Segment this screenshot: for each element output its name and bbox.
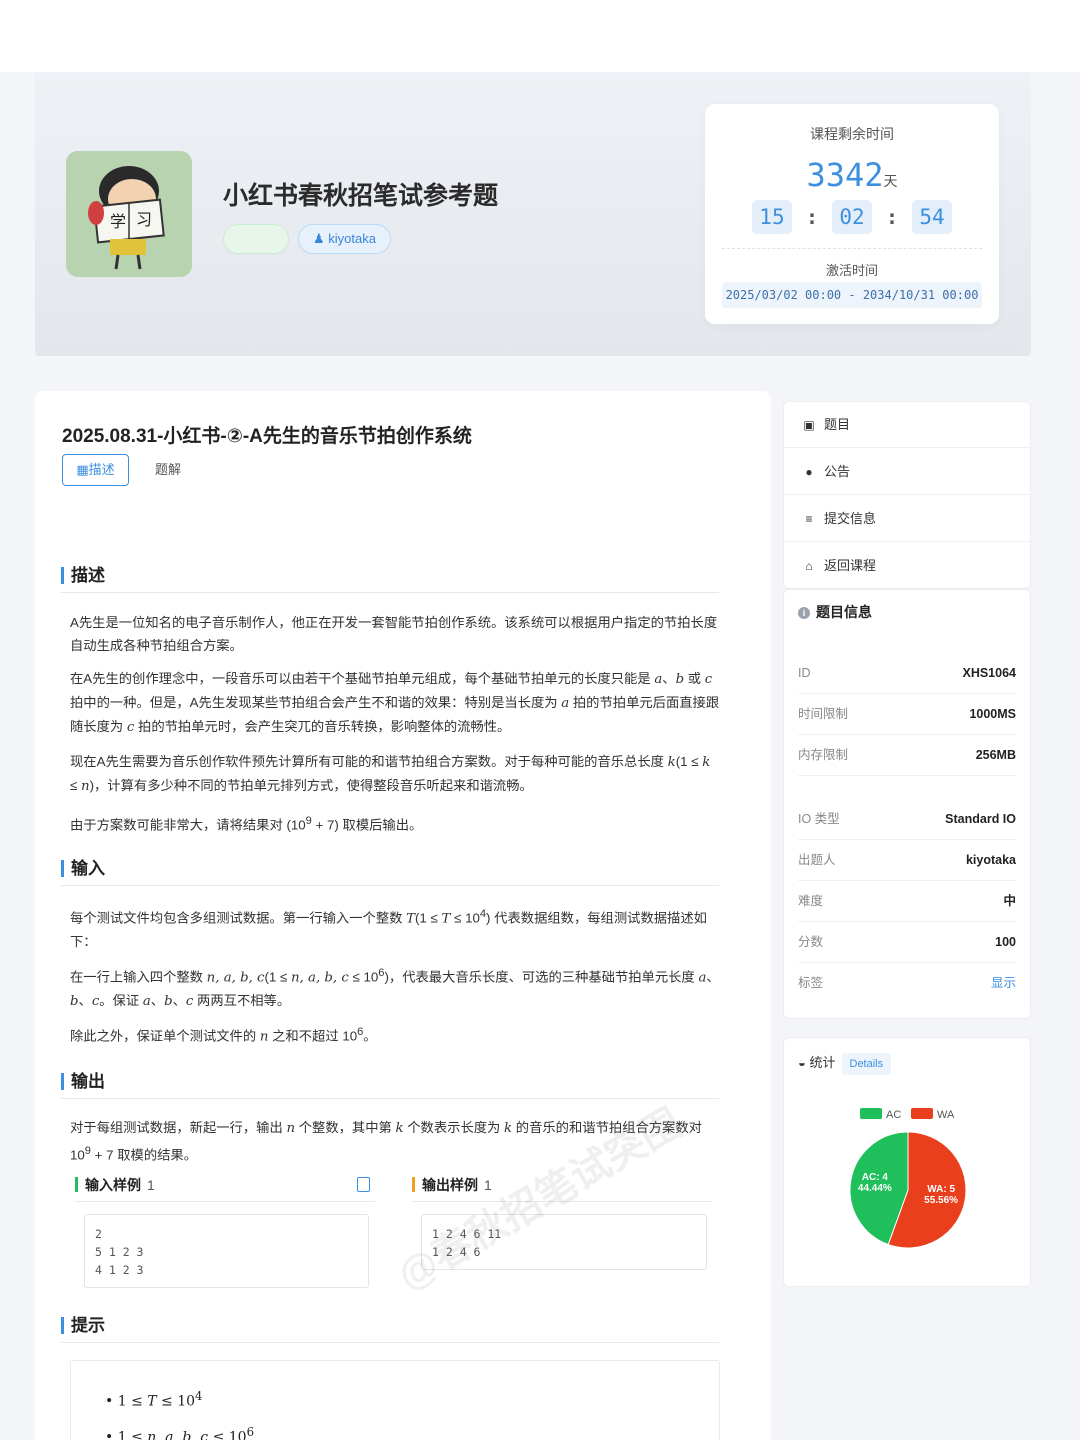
- svg-text:学: 学: [110, 212, 126, 231]
- sample-input-box[interactable]: 2 5 1 2 3 4 1 2 3: [84, 1214, 369, 1288]
- show-tags-link[interactable]: 显示: [991, 963, 1016, 1004]
- pie-label-wa: WA: 5: [927, 1184, 955, 1195]
- desc-paragraph-3: 现在A先生需要为音乐创作软件预先计算所有可能的和谐节拍组合方案数。对于每种可能的…: [70, 754, 711, 794]
- chat-icon: ●: [805, 465, 813, 479]
- input-paragraph-3: 除此之外，保证单个测试文件的 n 之和不超过 106。: [70, 1026, 377, 1045]
- info-row-tags: 标签 显示: [798, 963, 1016, 1004]
- nav-item-back[interactable]: ⌂ 返回课程: [784, 543, 1030, 589]
- countdown-clock: 15 : 02 : 54: [705, 200, 999, 234]
- home-icon: ⌂: [805, 559, 813, 573]
- hint-item: • 1 ≤ T ≤ 104: [105, 1389, 203, 1410]
- activation-range: 2025/03/02 00:00 - 2034/10/31 00:00: [722, 282, 982, 308]
- problem-icon: ▣: [803, 418, 815, 432]
- nav-item-submissions[interactable]: ≡ 提交信息: [784, 496, 1030, 542]
- problem-info-card: i 题目信息 ID XHS1064 时间限制 1000MS 内存限制 256MB IO …: [783, 589, 1031, 1019]
- pie-chart: WA: 555.56% AC: 444.44%: [849, 1131, 967, 1249]
- pie-icon: ◒: [798, 1055, 806, 1070]
- colon: :: [805, 205, 818, 229]
- days-unit: 天: [883, 173, 898, 189]
- countdown-label: 课程剩余时间: [810, 126, 894, 142]
- pie-label-wa: 55.56%: [924, 1195, 958, 1206]
- countdown-card: 课程剩余时间 3342天 15 : 02 : 54 激活时间 2025/03/0…: [705, 104, 999, 324]
- tab-description[interactable]: ▦描述: [62, 454, 129, 486]
- problem-nav: ▣ 题目 ● 公告 ≡ 提交信息 ⌂ 返回课程: [783, 401, 1031, 589]
- input-paragraph-1: 每个测试文件均包含多组测试数据。第一行输入一个整数 T(1 ≤ T ≤ 104)…: [70, 908, 707, 950]
- hint-item: • 1 ≤ n, a, b, c ≤ 106: [105, 1425, 254, 1440]
- pie-label-ac: 44.44%: [858, 1183, 892, 1194]
- colon: :: [886, 205, 899, 229]
- input-paragraph-2: 在一行上输入四个整数 n, a, b, c(1 ≤ n, a, b, c ≤ 1…: [70, 967, 720, 1010]
- info-row-io-type: IO 类型 Standard IO: [798, 799, 1016, 840]
- problem-title: 2025.08.31-小红书-②-A先生的音乐节拍创作系统: [62, 426, 472, 447]
- sample-input-heading: 输入样例 1: [75, 1176, 155, 1194]
- divider: [75, 1201, 375, 1202]
- days-value: 3342: [806, 156, 884, 194]
- stats-card: ◒ 统计 Details AC WA WA: 5 55.56% AC: 4 44.44%: [783, 1037, 1031, 1287]
- legend-item-wa[interactable]: WA: [911, 1108, 954, 1121]
- author-name: kiyotaka: [328, 231, 376, 246]
- seconds-box: 54: [912, 200, 953, 234]
- info-row-memory-limit: 内存限制 256MB: [798, 735, 1016, 776]
- sample-output-heading: 输出样例 1: [412, 1176, 492, 1194]
- activation-label: 激活时间: [825, 263, 878, 278]
- info-row-author: 出题人 kiyotaka: [798, 840, 1016, 881]
- info-row-difficulty: 难度中: [798, 881, 1016, 922]
- info-row-time-limit: 时间限制 1000MS: [798, 694, 1016, 735]
- desc-paragraph-2: 在A先生的创作理念中，一段音乐可以由若干个基础节拍单元组成，每个基础节拍单元的长…: [70, 671, 720, 735]
- pie-label-ac: AC: 4: [862, 1172, 889, 1183]
- nav-item-notice[interactable]: ● 公告: [784, 449, 1030, 495]
- minutes-box: 02: [832, 200, 872, 234]
- hours-box: 15: [751, 200, 792, 234]
- status-tag: [223, 224, 289, 254]
- stats-heading: ◒ 统计 Details: [798, 1052, 892, 1075]
- info-icon: i: [798, 607, 810, 619]
- user-icon: ♟: [313, 231, 325, 246]
- problem-panel: 2025.08.31-小红书-②-A先生的音乐节拍创作系统 ▦描述 题解 描述 …: [35, 391, 771, 1440]
- svg-text:习: 习: [136, 210, 152, 229]
- section-output: 输出: [61, 1069, 719, 1099]
- doc-icon: ▦: [76, 462, 89, 477]
- author-tag[interactable]: ♟ kiyotaka: [298, 224, 391, 254]
- course-avatar: 学 习: [66, 151, 192, 277]
- list-icon: ≡: [805, 512, 813, 526]
- section-hint: 提示: [61, 1313, 719, 1343]
- info-row-id: ID XHS1064: [798, 653, 1016, 694]
- nav-item-problem[interactable]: ▣ 题目: [784, 402, 1030, 448]
- desc-paragraph-1: A先生是一位知名的电子音乐制作人，他正在开发一套智能节拍创作系统。该系统可以根据…: [70, 615, 718, 653]
- tab-solution[interactable]: 题解: [155, 454, 181, 486]
- info-heading: i 题目信息: [798, 602, 872, 622]
- course-title: 小红书春秋招笔试参考题: [223, 182, 499, 210]
- legend-item-ac[interactable]: AC: [860, 1108, 901, 1121]
- copy-icon[interactable]: [357, 1177, 370, 1192]
- details-button[interactable]: Details: [841, 1053, 892, 1075]
- section-input: 输入: [61, 856, 719, 886]
- days-remaining: 3342天: [705, 156, 999, 194]
- divider: [722, 248, 982, 249]
- section-description: 描述: [61, 563, 719, 593]
- top-bar: [0, 0, 1080, 72]
- info-row-score: 分数 100: [798, 922, 1016, 963]
- hint-box: • 1 ≤ T ≤ 104 • 1 ≤ n, a, b, c ≤ 106: [70, 1360, 720, 1440]
- desc-paragraph-4: 由于方案数可能非常大，请将结果对 (109 + 7) 取模后输出。: [70, 815, 423, 833]
